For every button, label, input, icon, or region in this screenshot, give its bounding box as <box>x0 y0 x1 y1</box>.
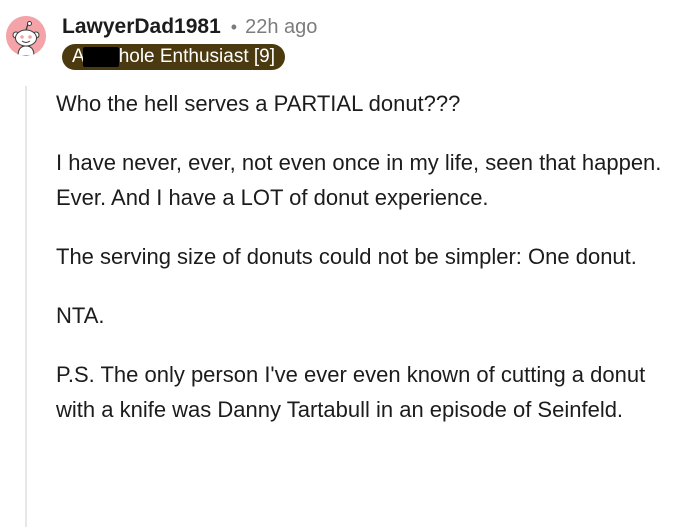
thread-collapse-line[interactable] <box>25 86 27 527</box>
comment-paragraph: NTA. <box>56 303 105 328</box>
comment-paragraph: I have never, ever, not even once in my … <box>56 150 662 210</box>
comment-meta: LawyerDad1981 • 22h ago <box>62 12 317 42</box>
comment-timestamp[interactable]: 22h ago <box>245 16 317 39</box>
username-link[interactable]: LawyerDad1981 <box>62 15 221 39</box>
comment: LawyerDad1981 • 22h ago A hole Enthusias… <box>0 0 700 527</box>
user-avatar[interactable] <box>6 16 46 56</box>
user-flair[interactable]: A hole Enthusiast [9] <box>62 44 286 70</box>
flair-suffix: hole Enthusiast [9] <box>118 46 276 67</box>
comment-paragraph: P.S. The only person I've ever even know… <box>56 362 646 422</box>
comment-paragraph: The serving size of donuts could not be … <box>56 244 637 269</box>
flair-redaction <box>82 47 119 67</box>
comment-body: Who the hell serves a PARTIAL donut??? I… <box>56 86 686 451</box>
comment-paragraph: Who the hell serves a PARTIAL donut??? <box>56 91 461 116</box>
snoo-avatar-icon <box>6 16 46 56</box>
meta-separator: • <box>230 16 238 37</box>
